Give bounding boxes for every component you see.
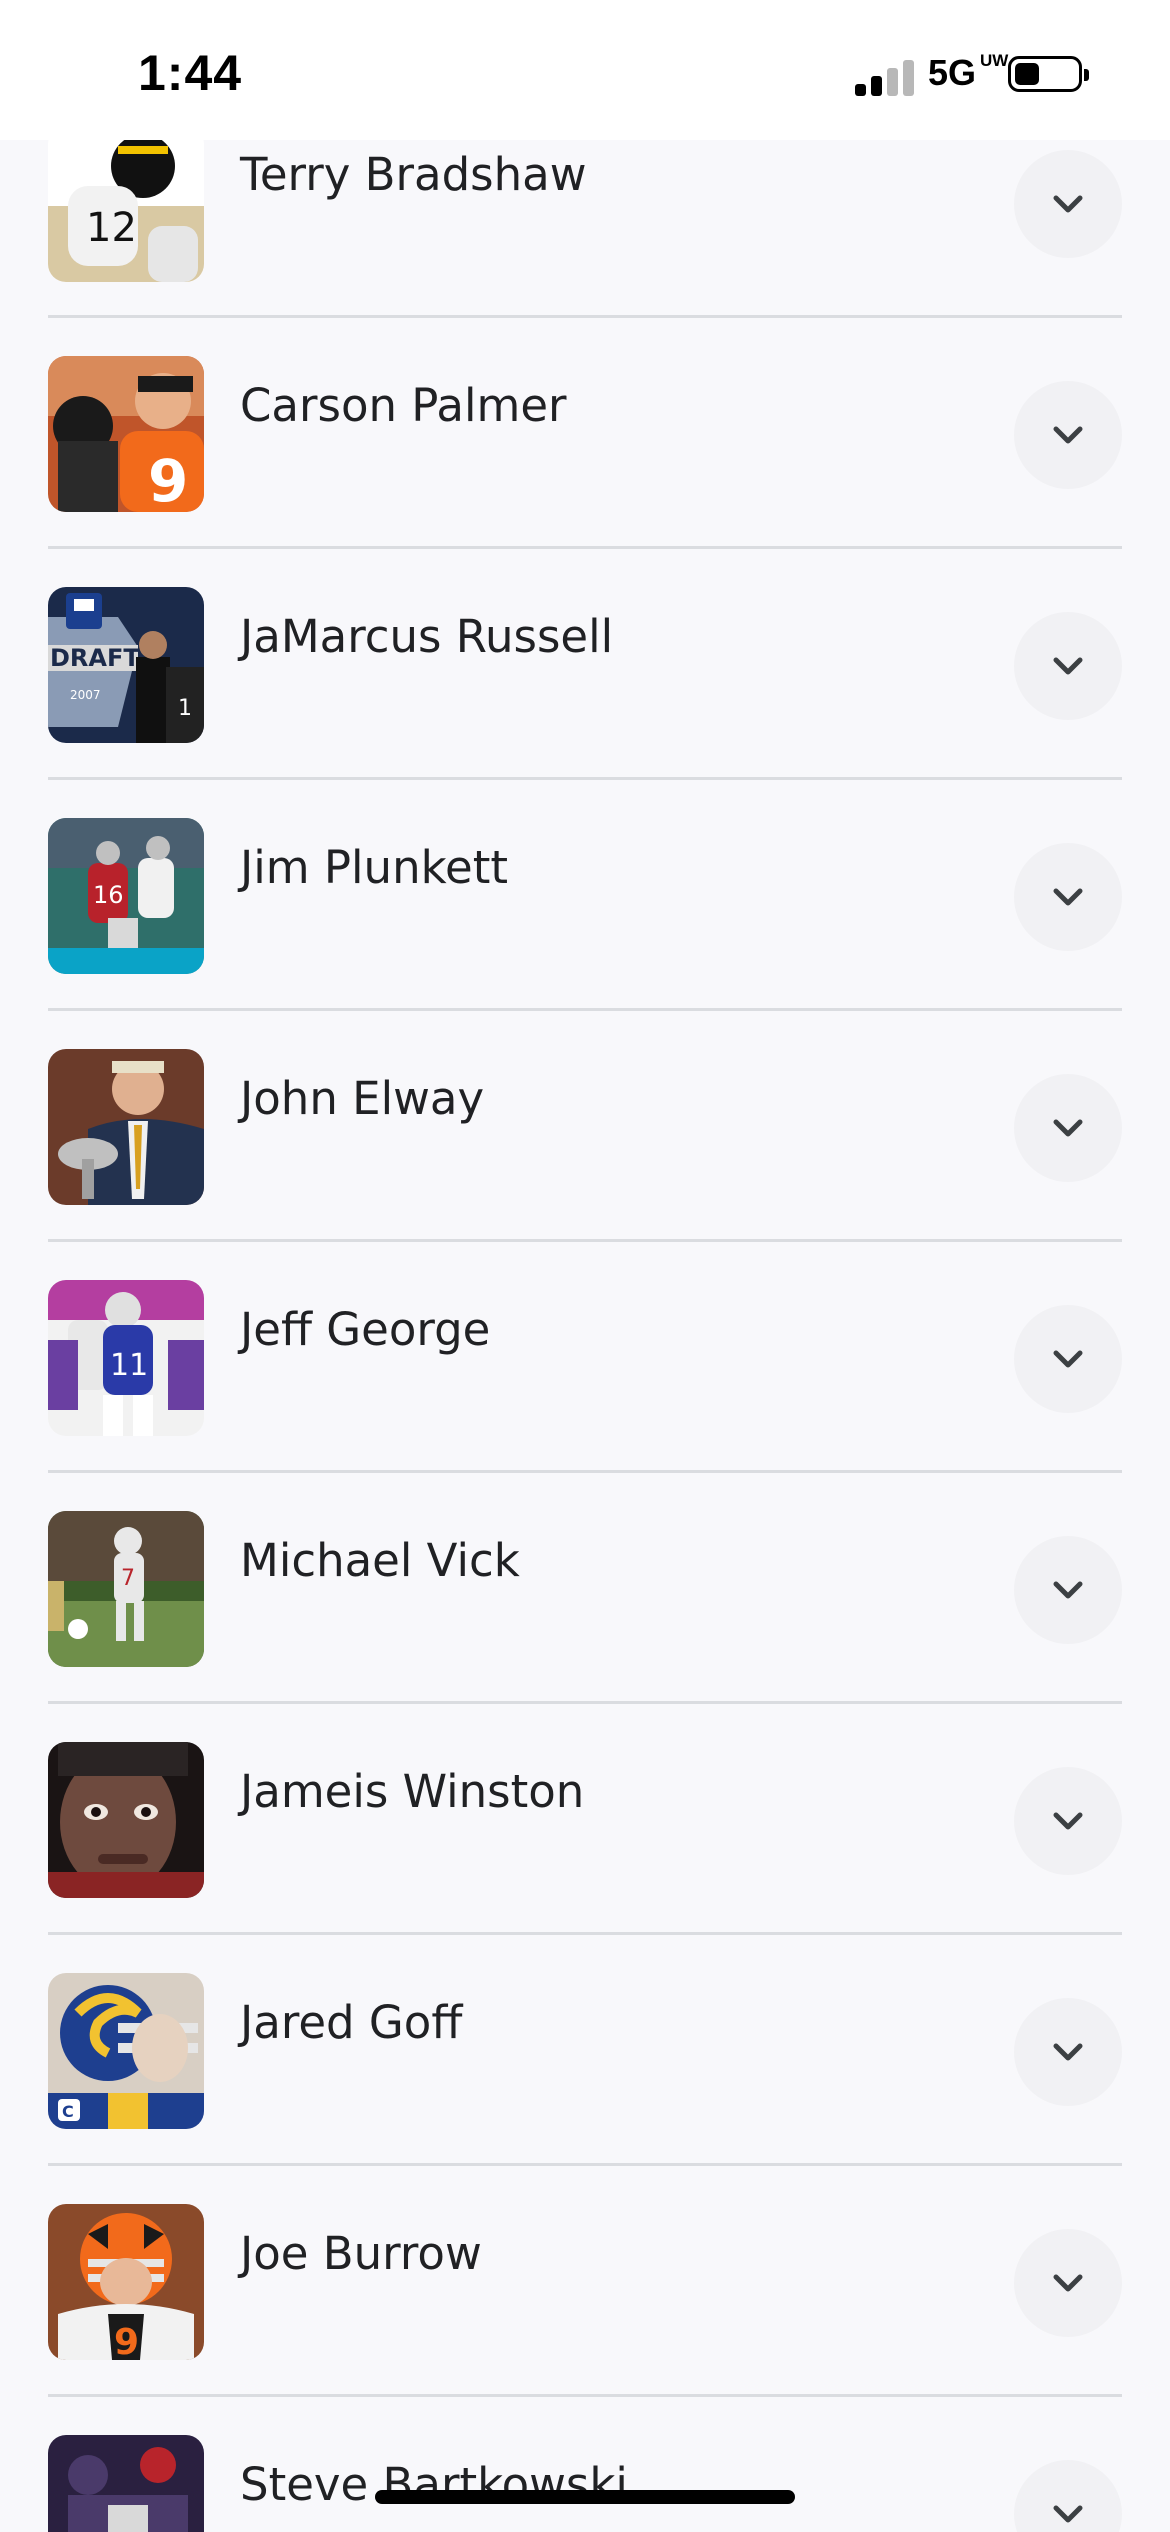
list-item[interactable]: C Jared Goff	[48, 1932, 1122, 2166]
network-badge: UW	[980, 51, 1009, 70]
player-name: Terry Bradshaw	[240, 148, 587, 201]
player-name: JaMarcus Russell	[240, 610, 614, 663]
expand-button[interactable]	[1014, 1998, 1122, 2106]
svg-text:12: 12	[86, 205, 137, 251]
signal-strength-icon	[855, 58, 915, 96]
battery-icon	[1008, 56, 1089, 92]
chevron-down-icon	[1053, 2274, 1083, 2292]
svg-text:7: 7	[121, 1566, 135, 1591]
player-name: John Elway	[240, 1072, 485, 1125]
svg-text:9: 9	[148, 447, 188, 512]
expand-button[interactable]	[1014, 2229, 1122, 2337]
player-thumbnail: 9	[48, 356, 204, 512]
player-thumbnail: 7	[48, 1511, 204, 1667]
chevron-down-icon	[1053, 657, 1083, 675]
expand-button[interactable]	[1014, 1074, 1122, 1182]
svg-text:11: 11	[110, 1348, 148, 1383]
list-item[interactable]: 7 Michael Vick	[48, 1470, 1122, 1704]
list-item[interactable]: Jameis Winston	[48, 1701, 1122, 1935]
player-name: Joe Burrow	[240, 2227, 482, 2280]
player-thumbnail: 12	[48, 126, 204, 282]
chevron-down-icon	[1053, 1581, 1083, 1599]
list-item[interactable]: 9 Carson Palmer	[48, 315, 1122, 549]
battery-nub	[1084, 69, 1089, 81]
list-item[interactable]: DRAFT 2007 1 JaMarcus Russell	[48, 546, 1122, 780]
list-item[interactable]: John Elway	[48, 1008, 1122, 1242]
expand-button[interactable]	[1014, 1767, 1122, 1875]
player-thumbnail: 16	[48, 818, 204, 974]
chevron-down-icon	[1053, 1119, 1083, 1137]
screen: 12 Terry Bradshaw 9 Carson Palmer DRAFT …	[0, 0, 1170, 2532]
expand-button[interactable]	[1014, 843, 1122, 951]
expand-button[interactable]	[1014, 150, 1122, 258]
player-name: Jim Plunkett	[240, 841, 509, 894]
network-label: 5G	[928, 52, 977, 93]
svg-text:C: C	[62, 2102, 74, 2121]
player-thumbnail: 9	[48, 2204, 204, 2360]
list-item[interactable]: Steve Bartkowski	[48, 2394, 1122, 2532]
chevron-down-icon	[1053, 1812, 1083, 1830]
expand-button[interactable]	[1014, 381, 1122, 489]
player-thumbnail: C	[48, 1973, 204, 2129]
expand-button[interactable]	[1014, 612, 1122, 720]
chevron-down-icon	[1053, 888, 1083, 906]
expand-button[interactable]	[1014, 1305, 1122, 1413]
player-thumbnail: 11	[48, 1280, 204, 1436]
list-item[interactable]: 11 Jeff George	[48, 1239, 1122, 1473]
chevron-down-icon	[1053, 2043, 1083, 2061]
player-name: Carson Palmer	[240, 379, 567, 432]
chevron-down-icon	[1053, 426, 1083, 444]
chevron-down-icon	[1053, 1350, 1083, 1368]
player-name: Jared Goff	[240, 1996, 463, 2049]
home-indicator[interactable]	[375, 2490, 795, 2504]
network-type: 5G UW	[928, 52, 1008, 94]
svg-text:9: 9	[114, 2322, 139, 2360]
player-thumbnail	[48, 1742, 204, 1898]
svg-text:DRAFT: DRAFT	[50, 644, 140, 672]
expand-button[interactable]	[1014, 1536, 1122, 1644]
chevron-down-icon	[1053, 2505, 1083, 2523]
expand-button[interactable]	[1014, 2460, 1122, 2532]
player-thumbnail	[48, 2435, 204, 2532]
player-name: Jameis Winston	[240, 1765, 585, 1818]
player-thumbnail: DRAFT 2007 1	[48, 587, 204, 743]
list-item[interactable]: 9 Joe Burrow	[48, 2163, 1122, 2397]
list-item[interactable]: 16 Jim Plunkett	[48, 777, 1122, 1011]
player-thumbnail	[48, 1049, 204, 1205]
player-name: Jeff George	[240, 1303, 491, 1356]
status-bar: 1:44 5G UW	[0, 0, 1170, 140]
chevron-down-icon	[1053, 195, 1083, 213]
player-name: Michael Vick	[240, 1534, 520, 1587]
svg-text:1: 1	[178, 696, 192, 721]
status-time: 1:44	[138, 45, 243, 101]
svg-text:2007: 2007	[70, 688, 101, 702]
battery-level	[1015, 63, 1039, 85]
svg-text:16: 16	[93, 881, 124, 909]
